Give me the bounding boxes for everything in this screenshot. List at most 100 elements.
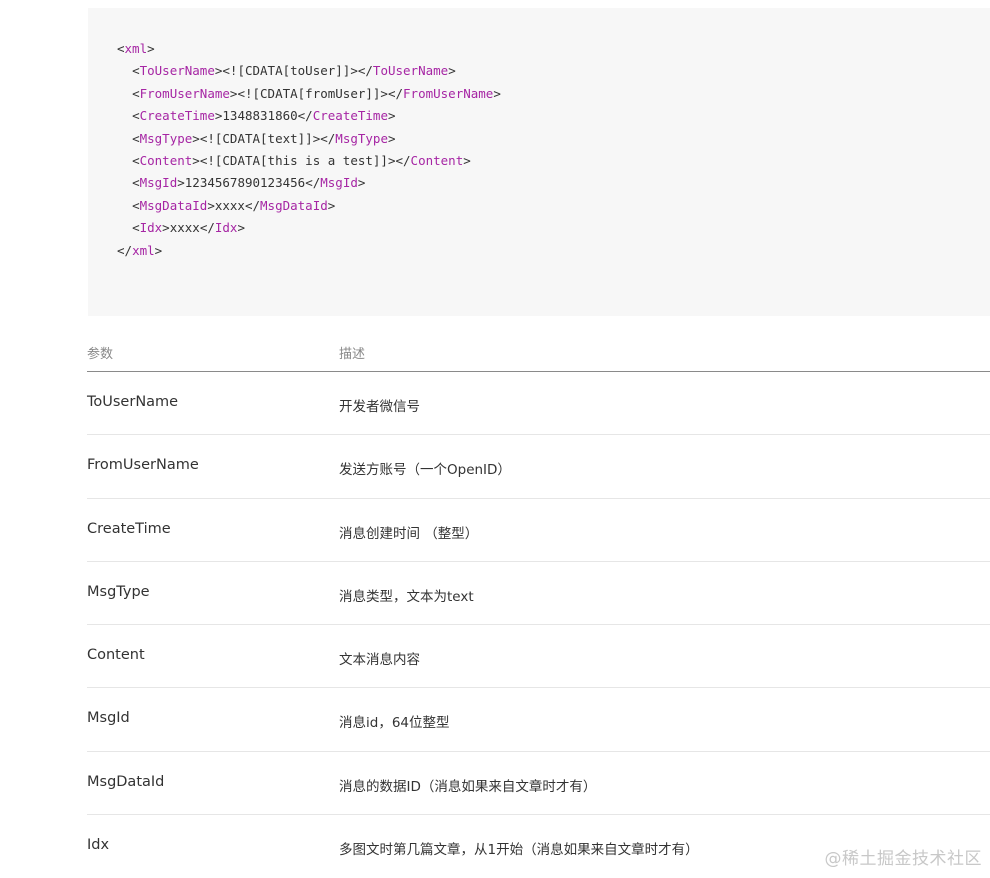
param-description: 多图文时第几篇文章，从1开始（消息如果来自文章时才有） (339, 842, 699, 859)
xml-tag-name: ToUserName (372, 63, 449, 79)
table-row: ToUserName 开发者微信号 (87, 372, 990, 436)
code-text: > (448, 63, 456, 79)
table-header: 参数 描述 (87, 326, 990, 372)
xml-tag-name: xml (124, 41, 148, 56)
param-name: CreateTime (87, 520, 171, 537)
table-row: FromUserName 发送方账号（一个OpenID） (87, 435, 990, 499)
code-text: </ (244, 197, 261, 213)
code-line: <xml> (117, 38, 990, 60)
xml-tag-name: FromUserName (139, 85, 230, 101)
code-text: > (387, 130, 396, 146)
code-text: </ (199, 220, 215, 236)
param-description: 文本消息内容 (339, 652, 420, 669)
code-text: xxxx (214, 197, 245, 213)
code-text: > (463, 152, 471, 168)
params-table: 参数 描述 ToUserName 开发者微信号 FromUserName 发送方账号（… (87, 326, 990, 878)
code-text: <![CDATA[fromUser]]> (237, 85, 388, 101)
xml-tag-name: CreateTime (312, 108, 388, 124)
param-description: 消息的数据ID（消息如果来自文章时才有） (339, 778, 597, 795)
code-line: <MsgDataId>xxxx</MsgDataId> (117, 195, 990, 217)
code-text: > (493, 85, 501, 101)
param-description: 发送方账号（一个OpenID） (339, 462, 511, 479)
xml-tag-name: MsgType (139, 130, 193, 146)
xml-tag-name: Content (139, 152, 193, 168)
xml-tag-name: MsgDataId (260, 197, 328, 213)
code-text: > (327, 197, 336, 213)
xml-tag-name: MsgId (139, 175, 178, 191)
code-text: <![CDATA[this is a test]]> (199, 152, 396, 168)
code-text: </ (305, 175, 321, 191)
code-text: < (132, 220, 140, 236)
code-text: > (177, 175, 185, 191)
code-line: <ToUserName><![CDATA[toUser]]></ToUserNa… (117, 60, 990, 82)
table-body: ToUserName 开发者微信号 FromUserName 发送方账号（一个Open… (87, 372, 990, 878)
code-text: > (192, 152, 200, 168)
param-name: Idx (87, 837, 110, 854)
watermark: @稀土掘金技术社区 (824, 849, 982, 869)
xml-tag-name: Idx (139, 220, 163, 236)
table-row: MsgId 消息id，64位整型 (87, 688, 990, 752)
code-line: <Content><![CDATA[this is a test]]></Con… (117, 150, 990, 172)
code-text: < (132, 175, 140, 191)
code-text: > (147, 41, 155, 56)
code-text: </ (395, 152, 411, 168)
code-line: <CreateTime>1348831860</CreateTime> (117, 105, 990, 127)
code-text: < (117, 41, 125, 56)
code-text: > (192, 130, 200, 146)
code-line: <MsgId>1234567890123456</MsgId> (117, 172, 990, 194)
param-name: MsgType (87, 583, 150, 600)
table-row: MsgType 消息类型，文本为text (87, 562, 990, 626)
param-description: 消息id，64位整型 (339, 715, 450, 732)
param-description: 消息创建时间 （整型） (339, 525, 479, 542)
xml-tag-name: xml (132, 242, 155, 258)
code-text: </ (387, 85, 404, 101)
param-name: Content (87, 647, 145, 664)
xml-tag-name: ToUserName (139, 63, 215, 79)
param-name: MsgId (87, 710, 130, 727)
code-text: > (387, 108, 396, 124)
param-description: 开发者微信号 (339, 399, 420, 415)
code-text: </ (320, 130, 336, 146)
xml-tag-name: MsgDataId (139, 197, 208, 213)
code-text: < (132, 152, 140, 168)
code-text: < (132, 85, 140, 101)
code-text: </ (117, 242, 133, 258)
xml-tag-name: MsgId (320, 175, 358, 191)
xml-tag-name: MsgType (335, 130, 388, 146)
code-text: > (357, 175, 366, 191)
code-text: </ (357, 63, 373, 79)
xml-tag-name: Content (410, 152, 464, 168)
code-text: > (237, 220, 245, 236)
table-row: Content 文本消息内容 (87, 625, 990, 689)
xml-tag-name: FromUserName (403, 85, 494, 101)
code-text: < (132, 130, 140, 146)
code-text: > (162, 220, 170, 236)
code-text: > (154, 242, 163, 258)
xml-tag-name: Idx (214, 220, 238, 236)
code-line: <Idx>xxxx</Idx> (117, 217, 990, 239)
code-text: <![CDATA[text]]> (199, 130, 321, 146)
code-text: < (132, 197, 140, 213)
code-text: > (207, 197, 215, 213)
code-block: <xml> <ToUserName><![CDATA[toUser]]></To… (88, 8, 990, 316)
code-line: </xml> (117, 240, 990, 262)
code-text: xxxx (169, 220, 200, 236)
code-text: <![CDATA[toUser]]> (222, 63, 358, 79)
header-param: 参数 (87, 347, 114, 362)
table-row: MsgDataId 消息的数据ID（消息如果来自文章时才有） (87, 752, 990, 816)
code-text: < (132, 63, 140, 79)
code-line: <FromUserName><![CDATA[fromUser]]></From… (117, 83, 990, 105)
code-line: <MsgType><![CDATA[text]]></MsgType> (117, 128, 990, 150)
param-name: FromUserName (87, 457, 199, 474)
header-desc: 描述 (339, 347, 366, 362)
table-row: CreateTime 消息创建时间 （整型） (87, 499, 990, 562)
code-text: </ (297, 108, 313, 124)
